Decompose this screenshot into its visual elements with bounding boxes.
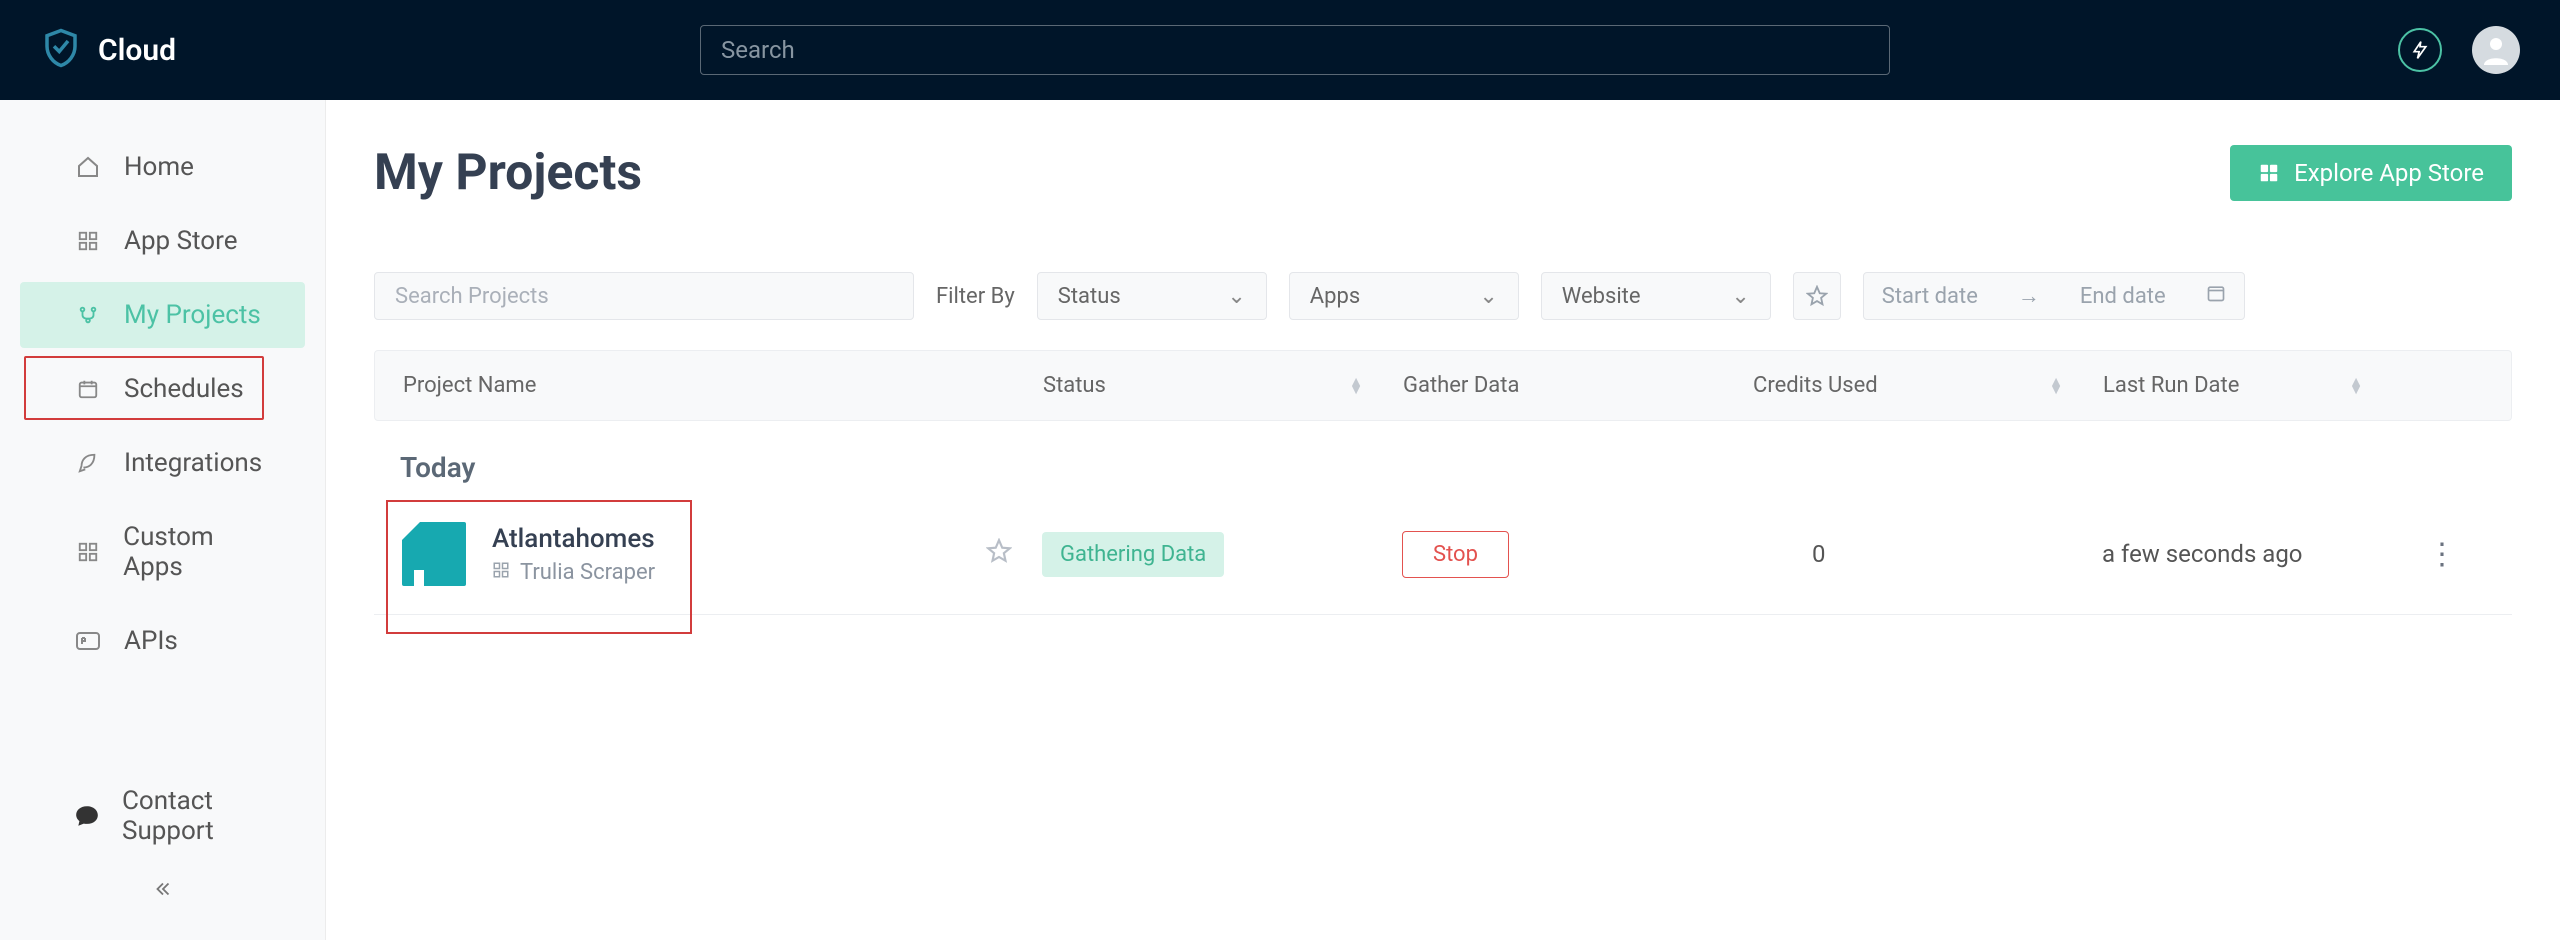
calendar-icon xyxy=(2206,283,2226,309)
website-dropdown[interactable]: Website ⌄ xyxy=(1541,272,1771,320)
rocket-icon xyxy=(74,449,102,477)
star-icon[interactable] xyxy=(986,538,1012,570)
sidebar-item-label: Integrations xyxy=(124,448,262,478)
grid-icon xyxy=(74,538,101,566)
end-date-label: End date xyxy=(2080,284,2166,309)
app-header: Cloud xyxy=(0,0,2560,100)
sidebar-item-label: App Store xyxy=(124,226,237,256)
dropdown-label: Apps xyxy=(1310,284,1360,309)
project-cell: Atlantahomes Trulia Scraper xyxy=(402,522,1042,586)
sidebar-item-label: APIs xyxy=(124,626,178,656)
sidebar: Home App Store My Projects Schedules Int… xyxy=(0,100,326,940)
sort-icon: ▲▼ xyxy=(2049,378,2063,394)
start-date-label: Start date xyxy=(1882,284,1978,309)
calendar-icon xyxy=(74,375,102,403)
sidebar-item-label: My Projects xyxy=(124,300,261,330)
sidebar-item-label: Schedules xyxy=(124,374,244,404)
page-title: My Projects xyxy=(374,144,642,202)
sidebar-item-schedules[interactable]: Schedules xyxy=(20,356,305,422)
project-source: Trulia Scraper xyxy=(520,560,655,585)
explore-label: Explore App Store xyxy=(2294,159,2484,187)
last-run-value: a few seconds ago xyxy=(2102,540,2402,568)
grid-icon xyxy=(492,560,510,585)
sidebar-item-home[interactable]: Home xyxy=(20,134,305,200)
project-icon xyxy=(402,522,466,586)
apps-dropdown[interactable]: Apps ⌄ xyxy=(1289,272,1519,320)
col-gather-data: Gather Data xyxy=(1403,373,1753,398)
col-status[interactable]: Status ▲▼ xyxy=(1043,373,1403,398)
contact-support[interactable]: Contact Support xyxy=(20,768,305,864)
chevron-down-icon: ⌄ xyxy=(1479,284,1497,309)
sort-icon: ▲▼ xyxy=(2349,378,2363,394)
brand: Cloud xyxy=(40,27,176,73)
grid-icon xyxy=(2258,162,2280,184)
sidebar-item-label: Home xyxy=(124,152,194,182)
project-name: Atlantahomes xyxy=(492,524,655,554)
contact-label: Contact Support xyxy=(122,786,275,846)
credits-value: 0 xyxy=(1752,540,2102,568)
dropdown-label: Website xyxy=(1562,284,1641,309)
chat-icon xyxy=(74,802,100,830)
avatar[interactable] xyxy=(2472,26,2520,74)
filters-bar: Filter By Status ⌄ Apps ⌄ Website ⌄ Star… xyxy=(374,272,2512,320)
explore-appstore-button[interactable]: Explore App Store xyxy=(2230,145,2512,201)
bolt-icon[interactable] xyxy=(2398,28,2442,72)
arrow-right-icon: → xyxy=(2018,283,2040,309)
project-search-input[interactable] xyxy=(374,272,914,320)
chevron-down-icon: ⌄ xyxy=(1731,284,1749,309)
row-menu[interactable]: ⋮ xyxy=(2402,537,2482,572)
sidebar-item-appstore[interactable]: App Store xyxy=(20,208,305,274)
shield-icon xyxy=(40,27,82,73)
col-credits[interactable]: Credits Used ▲▼ xyxy=(1753,373,2103,398)
grid-icon xyxy=(74,227,102,255)
stop-button[interactable]: Stop xyxy=(1402,531,1509,578)
sidebar-item-myprojects[interactable]: My Projects xyxy=(20,282,305,348)
sidebar-item-integrations[interactable]: Integrations xyxy=(20,430,305,496)
section-today: Today xyxy=(400,451,2512,484)
sidebar-item-label: Custom Apps xyxy=(123,522,275,582)
sidebar-item-customapps[interactable]: Custom Apps xyxy=(20,504,305,600)
sort-icon: ▲▼ xyxy=(1349,378,1363,394)
col-last-run[interactable]: Last Run Date ▲▼ xyxy=(2103,373,2403,398)
api-icon xyxy=(74,627,102,655)
collapse-sidebar[interactable] xyxy=(0,868,325,900)
chevron-down-icon: ⌄ xyxy=(1227,284,1245,309)
table-row[interactable]: Atlantahomes Trulia Scraper Gathering Da… xyxy=(374,494,2512,615)
table-header: Project Name Status ▲▼ Gather Data Credi… xyxy=(374,350,2512,421)
sidebar-item-apis[interactable]: APIs xyxy=(20,608,305,674)
col-project-name: Project Name xyxy=(403,373,1043,398)
favorite-filter[interactable] xyxy=(1793,272,1841,320)
branch-icon xyxy=(74,301,102,329)
header-actions xyxy=(2398,26,2520,74)
dropdown-label: Status xyxy=(1058,284,1121,309)
status-badge: Gathering Data xyxy=(1042,532,1224,577)
search-input[interactable] xyxy=(700,25,1890,75)
main-content: My Projects Explore App Store Filter By … xyxy=(326,100,2560,940)
home-icon xyxy=(74,153,102,181)
search-wrap xyxy=(700,25,1890,75)
brand-text: Cloud xyxy=(98,33,176,68)
date-range-picker[interactable]: Start date → End date xyxy=(1863,272,2245,320)
filter-by-label: Filter By xyxy=(936,284,1015,309)
status-dropdown[interactable]: Status ⌄ xyxy=(1037,272,1267,320)
